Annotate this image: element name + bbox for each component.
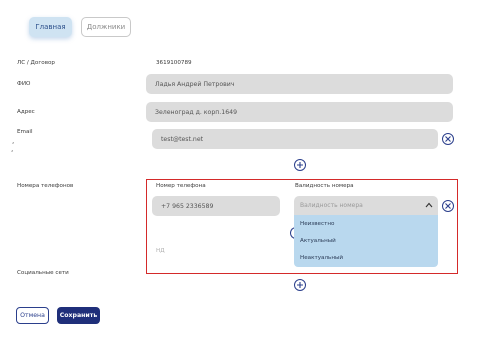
validity-dropdown: Неизвестно Актуальный Неактуальный (294, 215, 438, 267)
resize-mark-2: ‚ (11, 145, 14, 153)
validity-option-unknown[interactable]: Неизвестно (300, 221, 334, 227)
add-social-button[interactable] (294, 279, 306, 291)
remove-email-button[interactable] (442, 133, 454, 145)
email-field[interactable]: test@test.net (152, 129, 438, 149)
validity-option-inactual[interactable]: Неактуальный (300, 255, 343, 261)
email-label: Email (17, 129, 33, 135)
cancel-button[interactable]: Отмена (16, 307, 49, 324)
phones-label: Номера телефонов (17, 183, 74, 189)
close-icon (445, 203, 451, 209)
tab-main[interactable]: Главная (29, 17, 72, 37)
social-label: Социальные сети (17, 270, 69, 276)
ls-label: ЛС / Договор (17, 60, 55, 66)
chevron-up-icon (425, 202, 433, 208)
fio-label: ФИО (17, 81, 31, 87)
address-field[interactable]: Зеленоград д. корп.1649 (146, 102, 453, 122)
phone-validity-header: Валидность номера (295, 183, 354, 189)
remove-phone-button[interactable] (442, 200, 454, 212)
phone-number-field[interactable]: +7 965 2336589 (152, 196, 280, 216)
close-icon (445, 136, 451, 142)
phone-hint: НД (156, 248, 165, 254)
tab-debtors[interactable]: Должники (81, 17, 131, 37)
validity-select-value: Валидность номера (300, 202, 363, 209)
address-label: Адрес (17, 109, 35, 115)
ls-value: 3619100789 (156, 60, 192, 66)
validity-option-actual[interactable]: Актуальный (300, 238, 336, 244)
validity-select[interactable]: Валидность номера (294, 196, 438, 215)
plus-icon (297, 282, 303, 288)
save-button[interactable]: Сохранить (57, 307, 100, 324)
phone-number-header: Номер телефона (156, 183, 206, 189)
plus-icon (297, 162, 303, 168)
add-email-button[interactable] (294, 159, 306, 171)
fio-field[interactable]: Ладья Андрей Петрович (146, 74, 453, 94)
